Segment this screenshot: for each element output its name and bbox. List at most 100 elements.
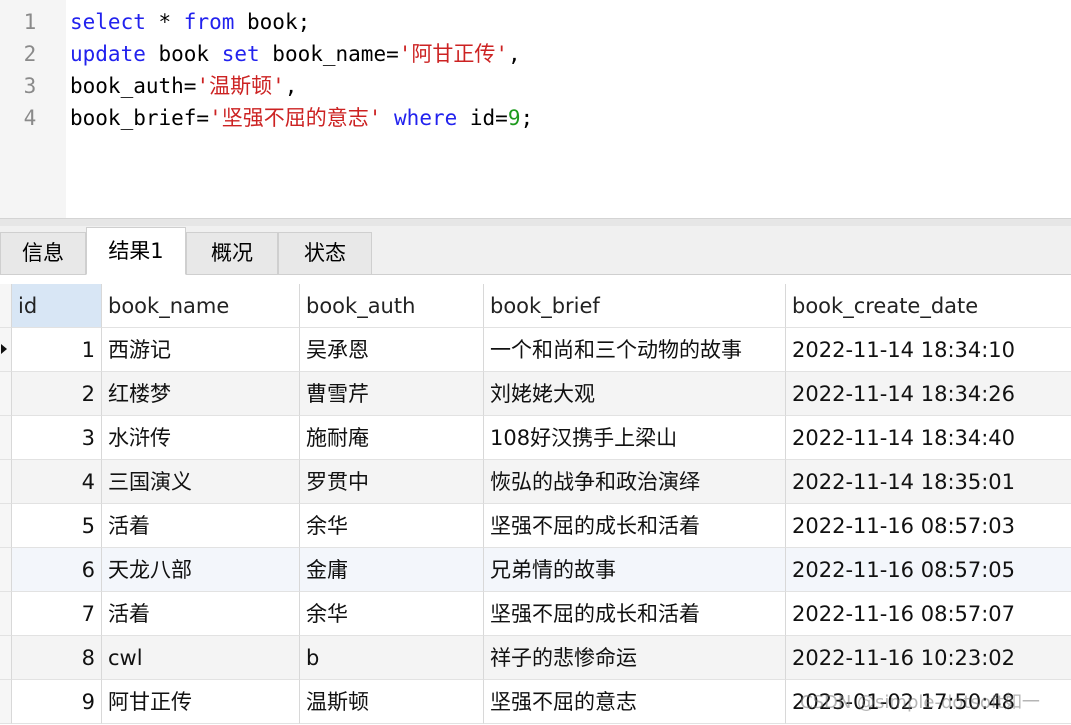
code-token: id= bbox=[457, 106, 508, 130]
table-row[interactable]: 4 三国演义 罗贯中 恢弘的战争和政治演绎 2022-11-14 18:35:01 bbox=[0, 460, 1071, 504]
column-header-book-auth[interactable]: book_auth bbox=[300, 284, 484, 328]
cell-book-auth[interactable]: 吴承恩 bbox=[300, 328, 484, 372]
column-header-book-brief[interactable]: book_brief bbox=[484, 284, 786, 328]
cell-book-create-date[interactable]: 2022-11-14 18:35:01 bbox=[786, 460, 1071, 504]
row-selector[interactable] bbox=[0, 548, 12, 592]
cell-book-create-date[interactable]: 2022-11-16 08:57:07 bbox=[786, 592, 1071, 636]
code-text[interactable]: select * from book; bbox=[70, 6, 310, 38]
code-token: '阿甘正传' bbox=[398, 42, 509, 66]
code-token: select bbox=[70, 10, 146, 34]
line-number: 4 bbox=[23, 106, 37, 130]
table-row[interactable]: 5 活着 余华 坚强不屈的成长和活着 2022-11-16 08:57:03 bbox=[0, 504, 1071, 548]
cell-book-name[interactable]: 活着 bbox=[102, 592, 300, 636]
cell-book-name[interactable]: 水浒传 bbox=[102, 416, 300, 460]
code-token: book_auth= bbox=[70, 74, 197, 98]
cell-book-auth[interactable]: 温斯顿 bbox=[300, 680, 484, 724]
code-token: , bbox=[284, 74, 298, 98]
cell-id[interactable]: 4 bbox=[12, 460, 102, 504]
cell-book-auth[interactable]: 余华 bbox=[300, 504, 484, 548]
tab-status[interactable]: 状态 bbox=[278, 232, 372, 274]
cell-book-auth[interactable]: 罗贯中 bbox=[300, 460, 484, 504]
cell-book-create-date[interactable]: 2022-11-14 18:34:10 bbox=[786, 328, 1071, 372]
cell-book-name[interactable]: 阿甘正传 bbox=[102, 680, 300, 724]
column-header-book-create-date[interactable]: book_create_date bbox=[786, 284, 1071, 328]
result-tab-bar: 信息 结果1 概况 状态 bbox=[0, 226, 1071, 275]
row-selector[interactable] bbox=[0, 592, 12, 636]
cell-book-brief[interactable]: 108好汉携手上梁山 bbox=[484, 416, 786, 460]
row-selector[interactable] bbox=[0, 636, 12, 680]
code-token: '温斯顿' bbox=[196, 74, 285, 98]
cell-id[interactable]: 5 bbox=[12, 504, 102, 548]
code-token: from bbox=[183, 10, 235, 34]
table-row[interactable]: 3 水浒传 施耐庵 108好汉携手上梁山 2022-11-14 18:34:40 bbox=[0, 416, 1071, 460]
code-token: * bbox=[145, 10, 184, 34]
code-token: book_brief= bbox=[70, 106, 210, 130]
cell-id[interactable]: 3 bbox=[12, 416, 102, 460]
row-selector[interactable] bbox=[0, 680, 12, 724]
watermark: CSDN @simple-dotsoft如一 bbox=[800, 692, 1040, 713]
code-token: book bbox=[145, 42, 222, 66]
cell-book-brief[interactable]: 一个和尚和三个动物的故事 bbox=[484, 328, 786, 372]
cell-book-create-date[interactable]: 2022-11-14 18:34:26 bbox=[786, 372, 1071, 416]
cell-id[interactable]: 6 bbox=[12, 548, 102, 592]
table-row[interactable]: 6 天龙八部 金庸 兄弟情的故事 2022-11-16 08:57:05 bbox=[0, 548, 1071, 592]
grid-header-row: id book_name book_auth book_brief book_c… bbox=[0, 284, 1071, 328]
code-token: update bbox=[70, 42, 146, 66]
line-number: 2 bbox=[23, 42, 37, 66]
row-selector[interactable] bbox=[0, 328, 12, 372]
cell-id[interactable]: 9 bbox=[12, 680, 102, 724]
result-grid[interactable]: id book_name book_auth book_brief book_c… bbox=[0, 284, 1071, 725]
row-header-corner bbox=[0, 284, 12, 328]
cell-id[interactable]: 2 bbox=[12, 372, 102, 416]
cell-book-brief[interactable]: 刘姥姥大观 bbox=[484, 372, 786, 416]
cell-book-name[interactable]: 西游记 bbox=[102, 328, 300, 372]
cell-book-brief[interactable]: 坚强不屈的成长和活着 bbox=[484, 592, 786, 636]
cell-book-name[interactable]: 天龙八部 bbox=[102, 548, 300, 592]
tab-result-1[interactable]: 结果1 bbox=[86, 227, 186, 275]
row-selector[interactable] bbox=[0, 416, 12, 460]
cell-book-create-date[interactable]: 2022-11-14 18:34:40 bbox=[786, 416, 1071, 460]
code-token: book; bbox=[234, 10, 311, 34]
cell-book-auth[interactable]: b bbox=[300, 636, 484, 680]
cell-book-create-date[interactable]: 2022-11-16 08:57:05 bbox=[786, 548, 1071, 592]
line-number: 1 bbox=[23, 10, 37, 34]
table-row[interactable]: 2 红楼梦 曹雪芹 刘姥姥大观 2022-11-14 18:34:26 bbox=[0, 372, 1071, 416]
cell-book-brief[interactable]: 坚强不屈的成长和活着 bbox=[484, 504, 786, 548]
column-header-book-name[interactable]: book_name bbox=[102, 284, 300, 328]
cell-book-auth[interactable]: 施耐庵 bbox=[300, 416, 484, 460]
code-text[interactable]: book_auth='温斯顿', bbox=[70, 70, 297, 102]
table-row[interactable]: 8 cwl b 祥子的悲惨命运 2022-11-16 10:23:02 bbox=[0, 636, 1071, 680]
column-header-id[interactable]: id bbox=[12, 284, 102, 328]
tab-profile[interactable]: 概况 bbox=[186, 232, 278, 274]
cell-book-create-date[interactable]: 2022-11-16 08:57:03 bbox=[786, 504, 1071, 548]
current-row-arrow-icon bbox=[1, 344, 7, 354]
cell-book-brief[interactable]: 祥子的悲惨命运 bbox=[484, 636, 786, 680]
code-token: book_name= bbox=[259, 42, 399, 66]
cell-id[interactable]: 8 bbox=[12, 636, 102, 680]
code-token: set bbox=[221, 42, 260, 66]
code-text[interactable]: update book set book_name='阿甘正传', bbox=[70, 38, 521, 70]
cell-book-name[interactable]: 活着 bbox=[102, 504, 300, 548]
tab-info[interactable]: 信息 bbox=[0, 232, 86, 274]
cell-book-name[interactable]: 红楼梦 bbox=[102, 372, 300, 416]
row-selector[interactable] bbox=[0, 460, 12, 504]
row-selector[interactable] bbox=[0, 504, 12, 548]
cell-book-name[interactable]: cwl bbox=[102, 636, 300, 680]
cell-book-name[interactable]: 三国演义 bbox=[102, 460, 300, 504]
code-text[interactable]: book_brief='坚强不屈的意志' where id=9; bbox=[70, 102, 533, 134]
cell-book-create-date[interactable]: 2022-11-16 10:23:02 bbox=[786, 636, 1071, 680]
cell-book-brief[interactable]: 恢弘的战争和政治演绎 bbox=[484, 460, 786, 504]
cell-book-auth[interactable]: 余华 bbox=[300, 592, 484, 636]
cell-id[interactable]: 1 bbox=[12, 328, 102, 372]
code-token: , bbox=[508, 42, 521, 66]
cell-id[interactable]: 7 bbox=[12, 592, 102, 636]
cell-book-auth[interactable]: 金庸 bbox=[300, 548, 484, 592]
cell-book-brief[interactable]: 兄弟情的故事 bbox=[484, 548, 786, 592]
cell-book-auth[interactable]: 曹雪芹 bbox=[300, 372, 484, 416]
table-row[interactable]: 7 活着 余华 坚强不屈的成长和活着 2022-11-16 08:57:07 bbox=[0, 592, 1071, 636]
sql-editor[interactable]: 1 select * from book; 2 update book set boo… bbox=[0, 0, 1071, 218]
row-selector[interactable] bbox=[0, 372, 12, 416]
cell-book-brief[interactable]: 坚强不屈的意志 bbox=[484, 680, 786, 724]
table-row[interactable]: 1 西游记 吴承恩 一个和尚和三个动物的故事 2022-11-14 18:34:10 bbox=[0, 328, 1071, 372]
